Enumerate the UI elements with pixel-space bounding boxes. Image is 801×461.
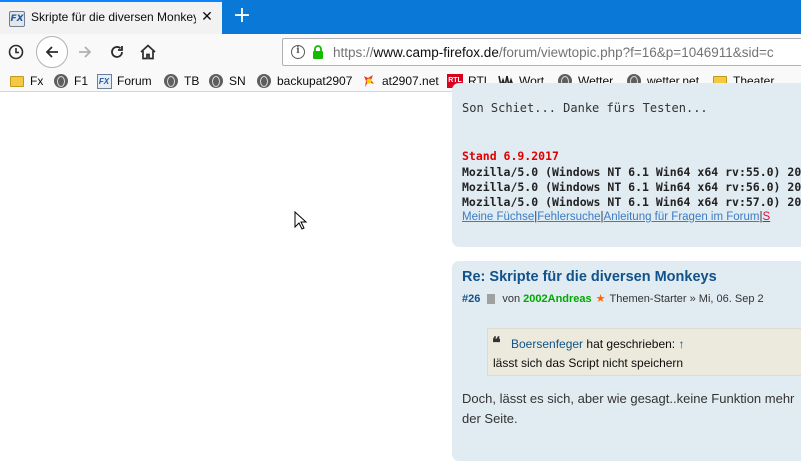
quote-body: lässt sich das Script nicht speichern (493, 356, 684, 370)
link-s[interactable]: S (762, 211, 770, 223)
post-meta: #26 von 2002Andreas ★ Themen-Starter » M… (462, 292, 764, 306)
arrow-right-icon (79, 46, 92, 58)
arrow-left-icon (45, 46, 58, 58)
bookmark-sn[interactable]: SN (208, 72, 246, 90)
link-meine-fuechse[interactable]: Meine Füchse (462, 211, 534, 223)
signature-ua-line: Mozilla/5.0 (Windows NT 6.1 Win64 x64 rv… (462, 195, 801, 209)
reload-button[interactable] (102, 37, 132, 67)
document-icon[interactable] (487, 293, 496, 304)
bookmark-fx[interactable]: Fx (9, 72, 43, 90)
post-date: Themen-Starter » Mi, 06. Sep 2 (609, 292, 764, 305)
bookmark-at2907[interactable]: at2907.net (361, 72, 439, 90)
forum-post-1: Son Schiet... Danke fürs Testen... Stand… (452, 83, 801, 247)
title-bar: FX Skripte für die diversen Monkeys ✕ + (0, 0, 801, 34)
forum-post-26: Re: Skripte für die diversen Monkeys #26… (452, 261, 801, 461)
post-title[interactable]: Re: Skripte für die diversen Monkeys (462, 269, 717, 285)
page-content: Son Schiet... Danke fürs Testen... Stand… (0, 83, 801, 461)
bookmark-forum[interactable]: FX Forum (96, 72, 152, 90)
signature-links: Meine Füchse|Fehlersuche|Anleitung für F… (462, 211, 771, 223)
link-anleitung[interactable]: Anleitung für Fragen im Forum (604, 211, 760, 223)
fx-icon: FX (96, 73, 112, 89)
quote-header: Boersenfeger hat geschrieben: ↑ (511, 337, 685, 351)
folder-icon (9, 73, 25, 89)
mouse-cursor-icon (294, 211, 308, 230)
clock-icon (8, 44, 24, 60)
globe-icon (163, 73, 179, 89)
link-fehlersuche[interactable]: Fehlersuche (537, 211, 600, 223)
bookmark-f1[interactable]: F1 (53, 72, 88, 90)
signature-ua-line: Mozilla/5.0 (Windows NT 6.1 Win64 x64 rv… (462, 165, 801, 179)
info-icon[interactable]: i (291, 45, 305, 59)
post-author[interactable]: 2002Andreas (523, 293, 592, 305)
globe-icon (208, 73, 224, 89)
close-tab-icon[interactable]: ✕ (199, 9, 215, 25)
reload-icon (111, 46, 123, 58)
lock-icon (313, 45, 323, 59)
star-icon: ★ (595, 293, 606, 305)
home-icon (140, 44, 156, 60)
url-text: https://www.camp-firefox.de/forum/viewto… (333, 45, 774, 60)
post-text: Son Schiet... Danke fürs Testen... (462, 101, 708, 115)
quote-author[interactable]: Boersenfeger (511, 337, 583, 351)
history-button[interactable] (1, 37, 31, 67)
back-button[interactable] (36, 36, 68, 68)
globe-icon (256, 73, 272, 89)
bookmark-tb[interactable]: TB (163, 72, 199, 90)
signature-stand: Stand 6.9.2017 (462, 149, 559, 163)
forward-button[interactable] (70, 37, 100, 67)
globe-icon (53, 73, 69, 89)
quote-icon: ❝ (492, 333, 501, 352)
new-tab-button[interactable]: + (232, 5, 252, 27)
post-body: Doch, lässt es sich, aber wie gesagt..ke… (462, 391, 795, 426)
url-bar[interactable]: i https://www.camp-firefox.de/forum/view… (282, 38, 801, 66)
fx-favicon-icon: FX (9, 11, 25, 27)
at-icon (361, 73, 377, 89)
signature-ua-line: Mozilla/5.0 (Windows NT 6.1 Win64 x64 rv… (462, 180, 801, 194)
bookmark-backupat2907[interactable]: backupat2907 (256, 72, 352, 90)
tab-active[interactable]: FX Skripte für die diversen Monkeys ✕ (0, 0, 222, 34)
quote-block: ❝ Boersenfeger hat geschrieben: ↑ lässt … (487, 328, 801, 376)
arrow-up-icon[interactable]: ↑ (678, 337, 684, 351)
tab-title: Skripte für die diversen Monkeys (31, 10, 196, 24)
post-number-link[interactable]: #26 (462, 293, 480, 305)
navigation-bar: i https://www.camp-firefox.de/forum/view… (0, 34, 801, 70)
home-button[interactable] (133, 37, 163, 67)
